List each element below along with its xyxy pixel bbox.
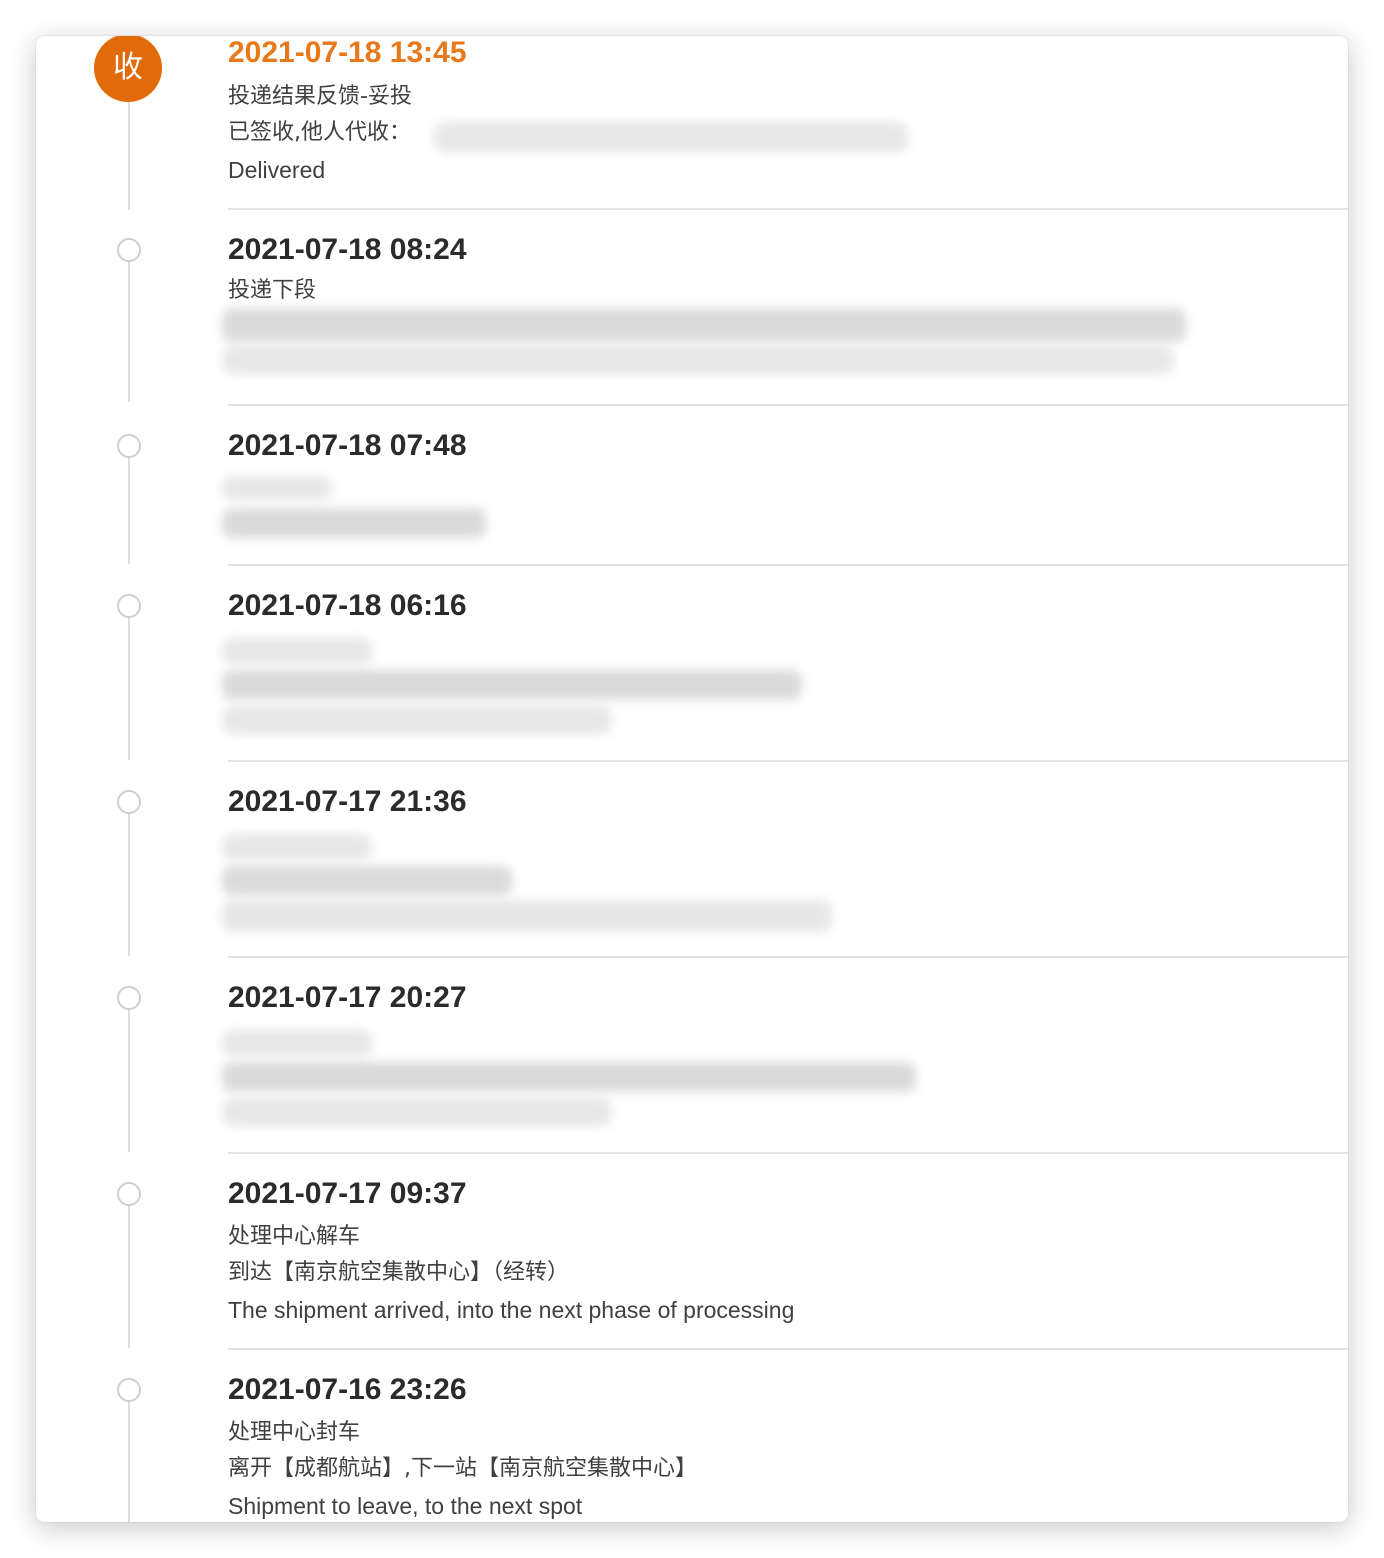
redacted-detail	[222, 1098, 612, 1126]
item-divider	[228, 956, 1348, 958]
event-status: 处理中心解车	[228, 1224, 361, 1249]
timeline-rail	[128, 458, 130, 564]
item-divider	[228, 564, 1348, 566]
event-time: 2021-07-17 20:27	[228, 981, 467, 1014]
event-detail-en: Delivered	[228, 157, 326, 183]
event-status: 投递结果反馈-妥投	[228, 84, 412, 109]
item-divider	[228, 1152, 1348, 1154]
timeline-node-icon	[117, 790, 141, 814]
event-detail: 已签收,他人代收：	[228, 120, 411, 145]
timeline-item: 2021-07-18 06:16	[36, 588, 1348, 784]
timeline-item: 2021-07-16 23:26 处理中心封车 离开【成都航站】,下一站【南京航…	[36, 1372, 1348, 1522]
timeline-item: 2021-07-17 20:27	[36, 980, 1348, 1176]
redacted-detail	[222, 900, 832, 932]
timeline-rail	[128, 814, 130, 956]
timeline-rail	[128, 262, 130, 402]
redacted-detail	[222, 834, 372, 860]
redacted-recipient	[434, 122, 908, 152]
item-divider	[228, 760, 1348, 762]
redacted-detail	[222, 866, 512, 896]
event-detail-en: Shipment to leave, to the next spot	[228, 1493, 583, 1519]
redacted-detail	[222, 706, 612, 734]
event-status: 投递下段	[228, 278, 317, 303]
redacted-detail	[222, 1062, 916, 1092]
timeline-node-icon	[117, 1378, 141, 1402]
event-time: 2021-07-18 13:45	[228, 36, 467, 69]
timeline-rail	[128, 94, 130, 210]
timeline-rail	[128, 1206, 130, 1348]
event-detail-en: The shipment arrived, into the next phas…	[228, 1297, 795, 1323]
timeline-item: 2021-07-17 21:36	[36, 784, 1348, 980]
timeline-item: 2021-07-17 09:37 处理中心解车 到达【南京航空集散中心】（经转）…	[36, 1176, 1348, 1372]
timeline-node-icon	[117, 594, 141, 618]
timeline-node-icon	[117, 1182, 141, 1206]
timeline-node-icon	[117, 238, 141, 262]
timeline-item: 收 2021-07-18 13:45 投递结果反馈-妥投 已签收,他人代收： D…	[36, 36, 1348, 232]
timeline-item: 2021-07-18 08:24 投递下段	[36, 232, 1348, 428]
redacted-detail	[222, 638, 372, 664]
event-status: 处理中心封车	[228, 1420, 361, 1445]
event-time: 2021-07-18 07:48	[228, 429, 467, 462]
timeline-node-icon	[117, 986, 141, 1010]
item-divider	[228, 208, 1348, 210]
event-time: 2021-07-16 23:26	[228, 1373, 467, 1406]
tracking-window: 收 2021-07-18 13:45 投递结果反馈-妥投 已签收,他人代收： D…	[36, 36, 1348, 1522]
event-time: 2021-07-18 06:16	[228, 589, 467, 622]
redacted-detail	[222, 1030, 372, 1056]
received-badge-icon: 收	[94, 36, 162, 102]
timeline-rail	[128, 1010, 130, 1152]
redacted-detail	[222, 476, 332, 500]
redacted-detail	[222, 508, 486, 538]
redacted-detail	[222, 346, 1174, 374]
event-time: 2021-07-18 08:24	[228, 233, 467, 266]
timeline-node-icon	[117, 434, 141, 458]
event-detail: 离开【成都航站】,下一站【南京航空集散中心】	[228, 1456, 697, 1481]
event-time: 2021-07-17 21:36	[228, 785, 467, 818]
event-time: 2021-07-17 09:37	[228, 1177, 467, 1210]
timeline-rail	[128, 618, 130, 760]
redacted-detail	[222, 670, 802, 700]
redacted-detail	[222, 308, 1186, 342]
item-divider	[228, 1348, 1348, 1350]
event-detail: 到达【南京航空集散中心】（经转）	[228, 1260, 570, 1285]
timeline-rail	[128, 1402, 130, 1522]
item-divider	[228, 404, 1348, 406]
